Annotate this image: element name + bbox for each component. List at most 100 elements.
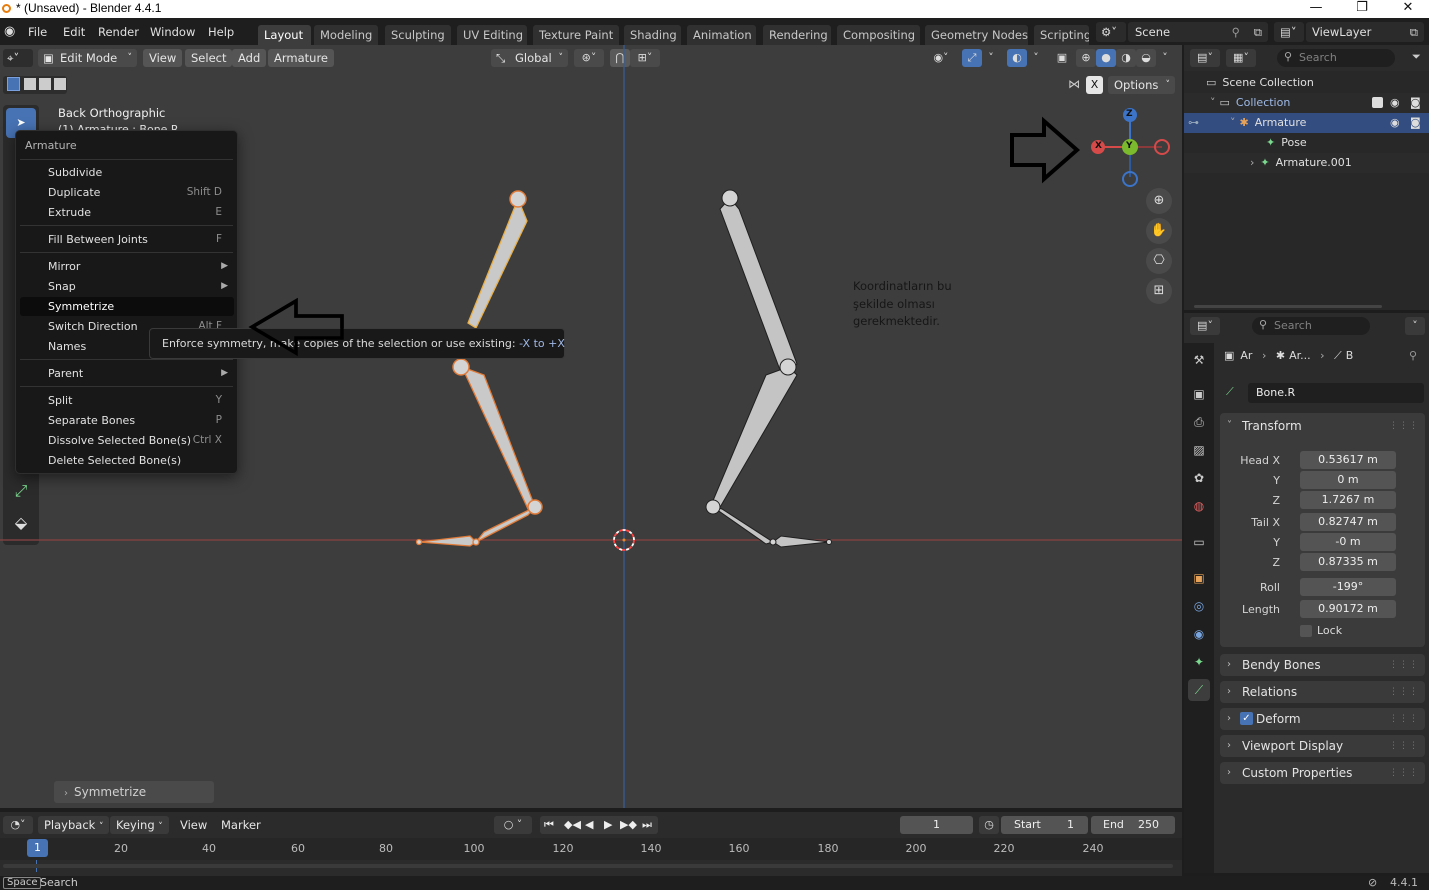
transform-header[interactable]: ˅ Transform ⋮⋮⋮ [1220, 415, 1425, 437]
exclude-checkbox[interactable] [1372, 97, 1383, 108]
viewlayer-field[interactable]: ViewLayer ⧉ [1306, 22, 1424, 42]
tab-scene[interactable]: ✿ [1188, 467, 1210, 489]
scene-field[interactable]: Scene ⚲ ⧉ [1128, 22, 1268, 42]
gizmo-z-label[interactable]: Z [1126, 109, 1133, 119]
deform-panel[interactable]: › ✓ Deform ⋮⋮⋮ [1220, 708, 1425, 730]
head-x-field[interactable]: 0.53617 m [1300, 451, 1396, 469]
armature-data-row[interactable]: › ✦ Armature.001 [1184, 153, 1429, 173]
new-scene-icon[interactable]: ⧉ [1254, 22, 1262, 42]
current-frame-field[interactable]: 1 [900, 816, 973, 834]
tab-shading[interactable]: Shading [624, 25, 681, 45]
custom-properties-panel[interactable]: › Custom Properties ⋮⋮⋮ [1220, 762, 1425, 784]
jump-end-icon[interactable]: ⏭ [642, 818, 652, 832]
tab-constraints[interactable]: ◉ [1188, 623, 1210, 645]
pose-row[interactable]: ✦ Pose [1184, 133, 1429, 153]
display-mode[interactable]: ▦˅ [1226, 49, 1256, 67]
tab-modifiers[interactable]: ◎ [1188, 595, 1210, 617]
menu-item-split[interactable]: Split Y [20, 391, 234, 410]
tab-sculpting[interactable]: Sculpting [385, 25, 451, 45]
deform-checkbox[interactable]: ✓ [1240, 712, 1253, 725]
menu-item-fill-between-joints[interactable]: Fill Between Joints F [20, 230, 234, 249]
viewport-display-panel[interactable]: › Viewport Display ⋮⋮⋮ [1220, 735, 1425, 757]
viewlayer-selector[interactable]: ▤˅ [1274, 22, 1304, 42]
pin-icon[interactable]: ⚲ [1232, 22, 1240, 42]
scene-selector[interactable]: ⚙˅ [1096, 22, 1126, 42]
head-y-field[interactable]: 0 m [1300, 471, 1396, 489]
outliner-search[interactable]: ⚲ Search [1277, 49, 1395, 67]
tab-bone[interactable]: ⟋ [1188, 679, 1210, 701]
tail-x-field[interactable]: 0.82747 m [1300, 513, 1396, 531]
start-frame-field[interactable]: Start 1 [1001, 816, 1088, 834]
camera-icon[interactable]: ◙ [1410, 113, 1421, 133]
tab-armature-data[interactable]: ✦ [1188, 651, 1210, 673]
tab-uv-editing[interactable]: UV Editing [457, 25, 527, 45]
menu-item-extrude[interactable]: Extrude E [20, 203, 234, 222]
new-viewlayer-icon[interactable]: ⧉ [1410, 22, 1418, 42]
menu-keying[interactable]: Keying ˅ [110, 816, 169, 834]
tab-view-layer[interactable]: ▨ [1188, 439, 1210, 461]
menu-item-delete-bones[interactable]: Delete Selected Bone(s) [20, 451, 234, 470]
lock-checkbox[interactable] [1300, 625, 1312, 637]
tab-collection[interactable]: ▭ [1188, 531, 1210, 553]
prev-keyframe-icon[interactable]: ◆◀ [564, 818, 581, 831]
tab-layout[interactable]: Layout [258, 25, 311, 45]
playhead[interactable]: 1 [27, 839, 48, 857]
properties-options[interactable]: ˅ [1405, 317, 1425, 335]
menu-timeline-view[interactable]: View [174, 816, 213, 834]
bone-name-field[interactable]: Bone.R [1248, 383, 1424, 403]
length-field[interactable]: 0.90172 m [1300, 600, 1396, 618]
menu-item-parent[interactable]: Parent ▶ [20, 364, 234, 383]
roll-field[interactable]: -199° [1300, 578, 1396, 596]
tail-z-field[interactable]: 0.87335 m [1300, 553, 1396, 571]
zoom-button[interactable]: ⊕ [1146, 188, 1172, 214]
menu-playback[interactable]: Playback ˅ [38, 816, 110, 834]
play-reverse-icon[interactable]: ◀ [585, 818, 593, 831]
tab-output[interactable]: ⎙ [1188, 411, 1210, 433]
tab-animation[interactable]: Animation [687, 25, 756, 45]
collection-row[interactable]: ˅ ▭ Collection ◉ ◙ [1184, 93, 1429, 113]
scene-collection-row[interactable]: ▭ Scene Collection [1184, 73, 1429, 93]
preview-range-toggle[interactable]: ◷ [979, 816, 999, 834]
close-button[interactable]: ✕ [1385, 0, 1429, 18]
blender-menu-icon[interactable]: ◉ [4, 24, 15, 39]
menu-help[interactable]: Help [208, 25, 234, 39]
end-frame-field[interactable]: End 250 [1091, 816, 1175, 834]
tab-render[interactable]: ▣ [1188, 383, 1210, 405]
tab-object[interactable]: ▣ [1188, 567, 1210, 589]
menu-item-subdivide[interactable]: Subdivide [20, 163, 234, 182]
relations-panel[interactable]: › Relations ⋮⋮⋮ [1220, 681, 1425, 703]
menu-item-separate-bones[interactable]: Separate Bones P [20, 411, 234, 430]
auto-key-button[interactable]: ○ ˅ [494, 816, 532, 834]
menu-edit[interactable]: Edit [63, 25, 85, 39]
properties-editor-type[interactable]: ▤˅ [1190, 317, 1220, 335]
ortho-toggle-button[interactable]: ⊞ [1146, 278, 1172, 304]
tab-world[interactable]: ◍ [1188, 495, 1210, 517]
gizmo-y-label[interactable]: Y [1126, 141, 1133, 151]
armature-row[interactable]: ⊶ ˅ ✱ Armature ◉ ◙ [1184, 113, 1429, 133]
camera-icon[interactable]: ◙ [1410, 93, 1421, 113]
play-icon[interactable]: ▶ [604, 818, 612, 831]
menu-window[interactable]: Window [150, 25, 195, 39]
last-operator-panel[interactable]: › Symmetrize [54, 781, 214, 803]
next-keyframe-icon[interactable]: ▶◆ [620, 818, 637, 831]
outliner-scrollbar[interactable] [1194, 305, 1382, 308]
camera-view-button[interactable]: ⎔ [1146, 248, 1172, 274]
tab-geometry-nodes[interactable]: Geometry Nodes [925, 25, 1028, 45]
menu-render[interactable]: Render [98, 25, 139, 39]
menu-marker[interactable]: Marker [215, 816, 267, 834]
tab-texture-paint[interactable]: Texture Paint [533, 25, 619, 45]
menu-item-symmetrize[interactable]: Symmetrize [20, 297, 234, 316]
tab-modeling[interactable]: Modeling [314, 25, 378, 45]
pan-button[interactable]: ✋ [1146, 218, 1172, 244]
tab-tool[interactable]: ⚒ [1188, 349, 1210, 371]
outliner-editor-type[interactable]: ▤˅ [1190, 49, 1220, 67]
eye-icon[interactable]: ◉ [1390, 113, 1400, 133]
timeline-editor-type[interactable]: ◔˅ [3, 816, 33, 834]
jump-start-icon[interactable]: ⏮ [544, 818, 554, 832]
tail-y-field[interactable]: -0 m [1300, 533, 1396, 551]
bendy-bones-panel[interactable]: › Bendy Bones ⋮⋮⋮ [1220, 654, 1425, 676]
maximize-button[interactable]: ❐ [1339, 0, 1385, 18]
pin-icon[interactable]: ⚲ [1409, 349, 1417, 362]
menu-file[interactable]: File [28, 25, 47, 39]
menu-item-snap[interactable]: Snap ▶ [20, 277, 234, 296]
